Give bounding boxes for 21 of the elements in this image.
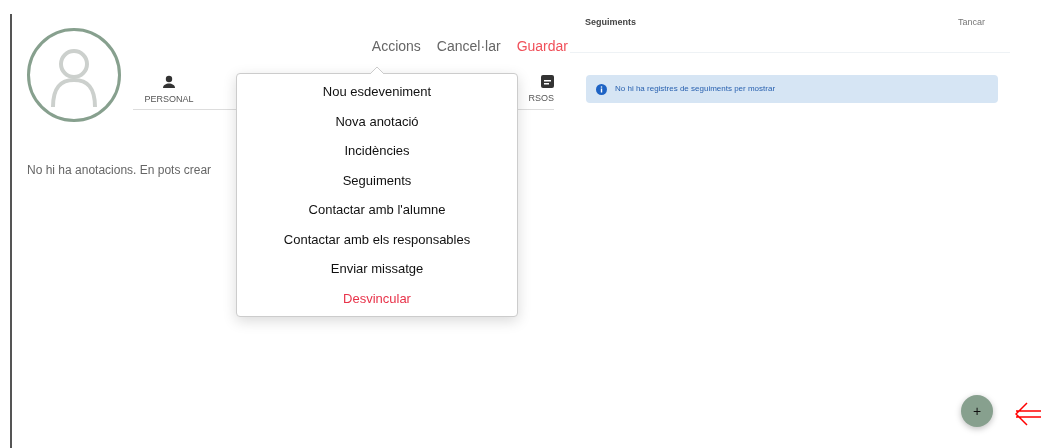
menu-item[interactable]: Nou esdeveniment — [237, 77, 517, 107]
empty-message: No hi ha anotacions. En pots crear — [27, 162, 213, 179]
info-text: No hi ha registres de seguiments per mostrar — [615, 83, 776, 95]
panel-title: Seguiments — [585, 16, 636, 30]
info-icon — [596, 83, 607, 95]
menu-item[interactable]: Contactar amb l'alumne — [237, 195, 517, 225]
menu-item[interactable]: Contactar amb els responsables — [237, 224, 517, 254]
menu-item[interactable]: Enviar missatge — [237, 254, 517, 284]
menu-item[interactable]: Nova anotació — [237, 106, 517, 136]
add-button[interactable]: + — [961, 395, 993, 427]
close-button[interactable]: Tancar — [958, 16, 985, 30]
header-action-button[interactable]: Cancel·lar — [436, 36, 501, 57]
menu-item[interactable]: Desvincular — [237, 283, 517, 313]
header-action-button[interactable]: Accions — [371, 36, 421, 57]
menu-item[interactable]: Incidències — [237, 136, 517, 166]
header-action-button[interactable]: Guardar — [516, 36, 568, 57]
person-icon — [162, 75, 176, 89]
arrow-icon — [1015, 401, 1041, 427]
tab[interactable]: PERSONAL — [133, 71, 205, 109]
card-icon — [541, 75, 554, 88]
menu-item[interactable]: Seguiments — [237, 165, 517, 195]
